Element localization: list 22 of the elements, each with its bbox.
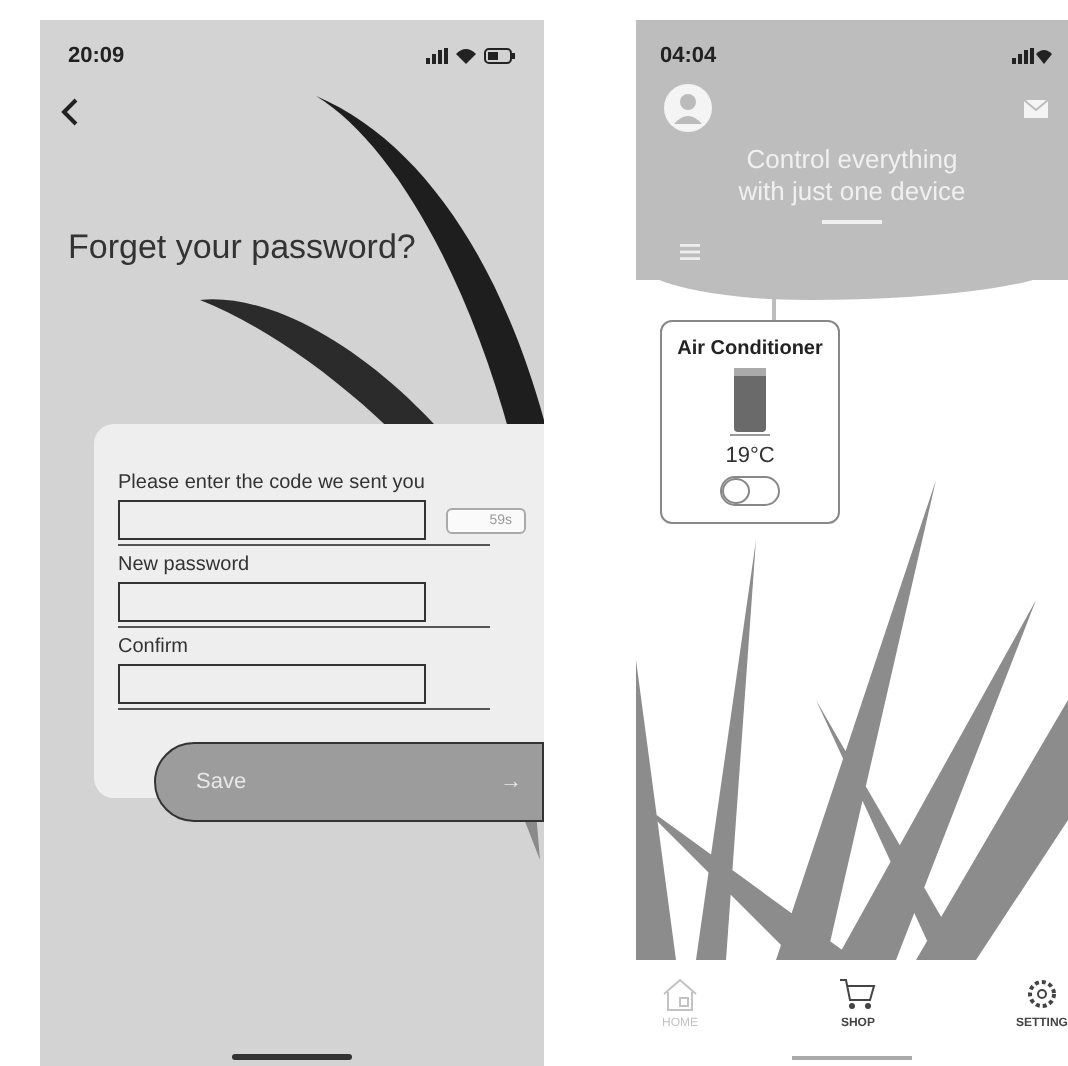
- power-toggle[interactable]: [720, 476, 780, 506]
- input-field[interactable]: [118, 582, 426, 622]
- house-icon: [660, 976, 700, 1012]
- field-label: Confirm: [118, 636, 191, 658]
- air-conditioner-icon: [730, 368, 770, 436]
- device-card[interactable]: Air Conditioner 19°C: [660, 320, 840, 524]
- signal-icon: [1012, 48, 1052, 64]
- home-indicator: [232, 1054, 352, 1060]
- field-label: New password: [118, 554, 252, 576]
- cart-icon: [837, 976, 878, 1012]
- input-field[interactable]: [118, 664, 426, 704]
- wifi-icon: [456, 48, 476, 64]
- status-time: 04:04: [660, 44, 717, 68]
- field-label: Please enter the code we sent you: [118, 472, 427, 494]
- home-indicator: [792, 1056, 912, 1060]
- battery-icon: [484, 48, 516, 64]
- screen-title: Forget your password?: [68, 228, 416, 268]
- signal-icon: [426, 48, 448, 64]
- input-field[interactable]: [118, 500, 426, 540]
- temperature: 19°C: [725, 444, 775, 468]
- status-time: 20:09: [68, 44, 125, 68]
- device-name: Air Conditioner: [677, 338, 823, 360]
